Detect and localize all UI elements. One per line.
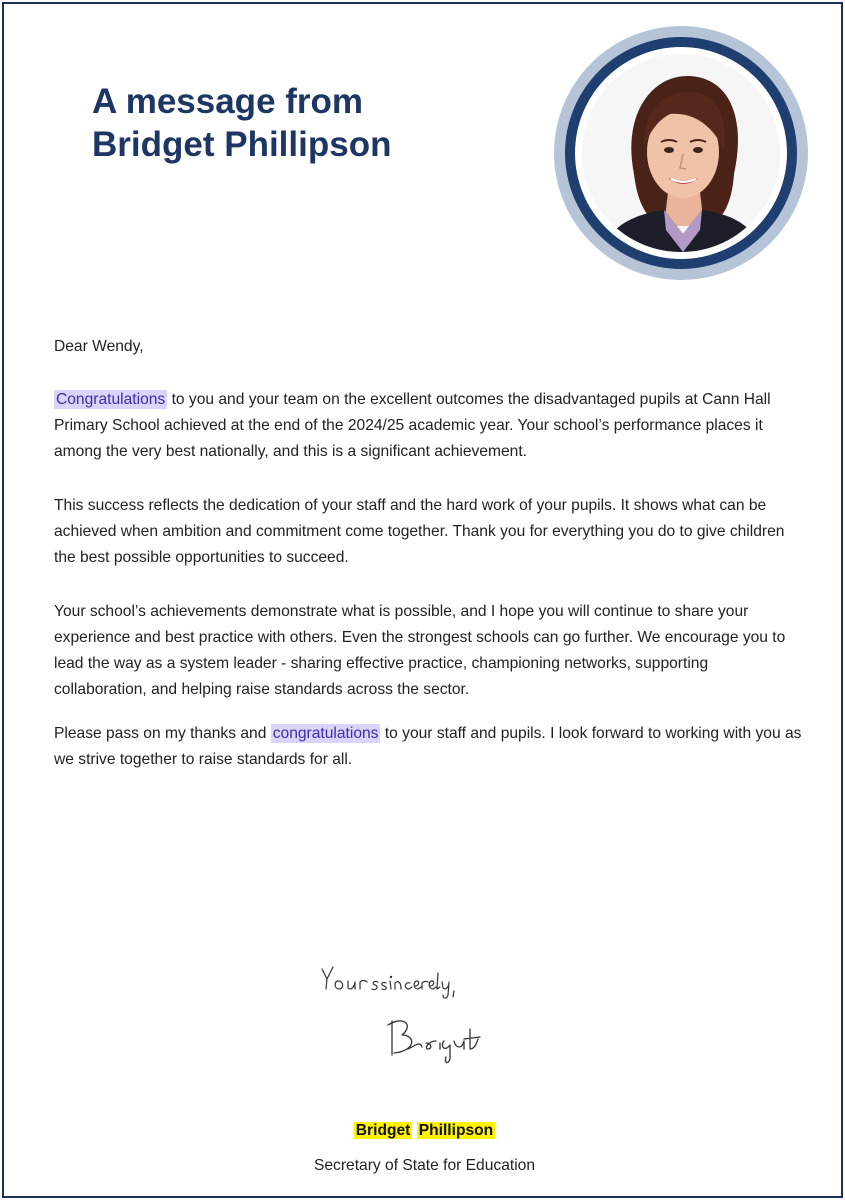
portrait-frame: [554, 26, 808, 280]
paragraph-4: Please pass on my thanks and congratulat…: [54, 721, 804, 773]
title-line-2: Bridget Phillipson: [92, 125, 392, 164]
paragraph-3: Your school’s achievements demonstrate w…: [54, 603, 786, 698]
signatory-role: Secretary of State for Education: [313, 1157, 536, 1174]
paragraph-2: This success reflects the dedication of …: [54, 497, 785, 566]
paragraph-1: Congratulations to you and your team on …: [54, 387, 804, 465]
signatory-first-name: Bridget: [353, 1122, 413, 1139]
letter-page: A message from Bridget Phillipson Dear W…: [2, 2, 843, 1198]
title-line-1: A message from: [92, 82, 364, 121]
salutation: Dear Wendy,: [54, 338, 144, 355]
paragraph-4-text-a: Please pass on my thanks and: [54, 725, 271, 742]
signatory-last-name: Phillipson: [416, 1122, 496, 1139]
page-title: A message from Bridget Phillipson: [92, 80, 391, 166]
signatory-name: Bridget Phillipson: [4, 1120, 841, 1142]
handwritten-signature: [304, 949, 544, 1069]
highlighted-word: congratulations: [270, 724, 381, 743]
portrait-photo: [582, 54, 780, 252]
letter-body: Dear Wendy, Congratulations to you and y…: [54, 334, 804, 773]
highlighted-word: Congratulations: [54, 390, 168, 409]
